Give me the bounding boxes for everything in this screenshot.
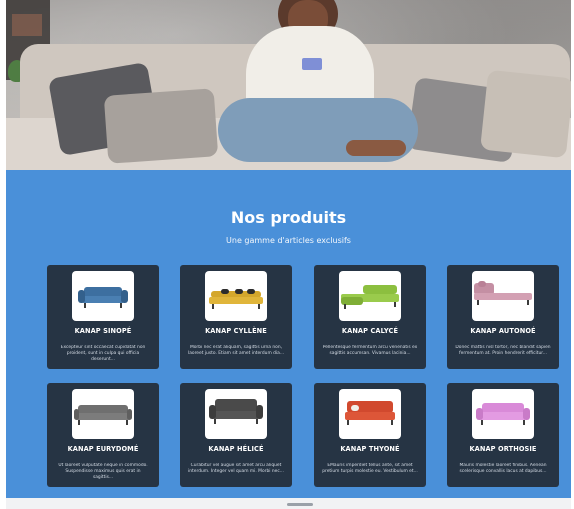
sofa-leg [344, 304, 346, 309]
product-card[interactable]: KANAP ORTHOSIE Mauris molestie laoreet f… [447, 383, 559, 487]
product-description: Ut laoreet vulputate neque in commodo. S… [58, 463, 148, 480]
sofa-pillow [478, 281, 486, 287]
sofa-leg [78, 420, 80, 425]
sofa-leg [214, 419, 216, 424]
sofa-icon [209, 399, 263, 427]
sofa-leg [258, 304, 260, 309]
sofa-arm [127, 409, 132, 420]
hero-pillow [480, 69, 571, 159]
product-description: Excepteur sint occaecat cupidatat non pr… [60, 345, 146, 362]
product-image [339, 389, 401, 439]
hero-image [6, 0, 571, 170]
sofa-seat [209, 297, 263, 304]
sofa-seat [82, 296, 124, 303]
sofa-seat [345, 412, 395, 420]
product-card[interactable]: KANAP HÉLICÉ Curabitur vel augue sit ame… [180, 383, 292, 487]
sofa-seat [76, 413, 130, 420]
sofa-leg [477, 300, 479, 305]
product-image [72, 271, 134, 321]
sofa-icon [474, 281, 532, 309]
product-description: EMauris imperdiet tellus ante, sit amet … [322, 463, 418, 474]
sofa-back [363, 285, 397, 294]
sofa-icon [78, 285, 128, 309]
product-image [472, 389, 534, 439]
product-name: KANAP EURYDOMÉ [67, 445, 139, 453]
product-card[interactable]: KANAP AUTONOÉ Donec mattis nisl tortor, … [447, 265, 559, 369]
product-card[interactable]: KANAP EURYDOMÉ Ut laoreet vulputate nequ… [47, 383, 159, 487]
product-name: KANAP AUTONOÉ [470, 327, 536, 335]
sofa-pillow [247, 289, 255, 294]
product-name: KANAP ORTHOSIE [469, 445, 537, 453]
product-card[interactable]: KANAP THYONÉ EMauris imperdiet tellus an… [314, 383, 426, 487]
sofa-pillow [221, 289, 229, 294]
product-image [339, 271, 401, 321]
sofa-leg [126, 420, 128, 425]
product-image [472, 271, 534, 321]
sofa-icon [343, 401, 397, 427]
sofa-leg [394, 302, 396, 307]
product-image [205, 271, 267, 321]
sofa-seat [480, 412, 526, 420]
sofa-seat [474, 293, 532, 300]
products-section: Nos produits Une gamme d'articles exclus… [6, 170, 571, 498]
sofa-leg [84, 303, 86, 308]
page: Nos produits Une gamme d'articles exclus… [0, 0, 574, 509]
sofa-seat [213, 411, 259, 419]
product-image [205, 389, 267, 439]
hero-pillow [103, 88, 219, 164]
product-name: KANAP CYLLÈNE [205, 327, 267, 335]
product-name: KANAP CALYCÉ [341, 327, 399, 335]
product-description: Mauris molestie laoreet finibus. Aenean … [459, 463, 547, 474]
sofa-leg [523, 420, 525, 425]
sofa-leg [481, 420, 483, 425]
sofa-arm [121, 290, 128, 303]
sofa-arm [78, 290, 85, 303]
product-card[interactable]: KANAP SINOPÉ Excepteur sint occaecat cup… [47, 265, 159, 369]
sofa-leg [527, 300, 529, 305]
sofa-leg [256, 419, 258, 424]
sofa-leg [347, 420, 349, 425]
section-title: Nos produits [230, 208, 347, 227]
sofa-arm [476, 408, 483, 420]
hero-person-feet [346, 140, 406, 156]
hero-phone [302, 58, 322, 70]
sofa-icon [74, 405, 132, 427]
product-name: KANAP HÉLICÉ [208, 445, 264, 453]
sofa-icon [341, 285, 399, 309]
sofa-arm [74, 409, 79, 420]
sofa-arm [523, 408, 530, 420]
sofa-icon [476, 403, 530, 427]
sofa-pillow [235, 289, 243, 294]
sofa-arm [256, 405, 263, 419]
scroll-handle[interactable] [287, 503, 313, 506]
sofa-leg [212, 304, 214, 309]
product-description: Donec mattis nisl tortor, nec blandit sa… [455, 345, 551, 356]
product-description: Morbi nec erat aliquam, sagittis urna no… [188, 345, 284, 356]
sofa-leg [391, 420, 393, 425]
product-image [72, 389, 134, 439]
section-subtitle: Une gamme d'articles exclusifs [226, 236, 351, 245]
product-name: KANAP SINOPÉ [74, 327, 132, 335]
sofa-icon [209, 289, 263, 309]
product-card[interactable]: KANAP CALYCÉ Pellentesque fermentum arcu… [314, 265, 426, 369]
sofa-pillow [351, 405, 359, 411]
product-description: Pellentesque fermentum arcu venenatis ex… [322, 345, 418, 356]
sofa-leg [120, 303, 122, 308]
sofa-arm [209, 405, 216, 419]
product-card[interactable]: KANAP CYLLÈNE Morbi nec erat aliquam, sa… [180, 265, 292, 369]
product-name: KANAP THYONÉ [340, 445, 400, 453]
product-description: Curabitur vel augue sit amet arcu alique… [188, 463, 284, 474]
